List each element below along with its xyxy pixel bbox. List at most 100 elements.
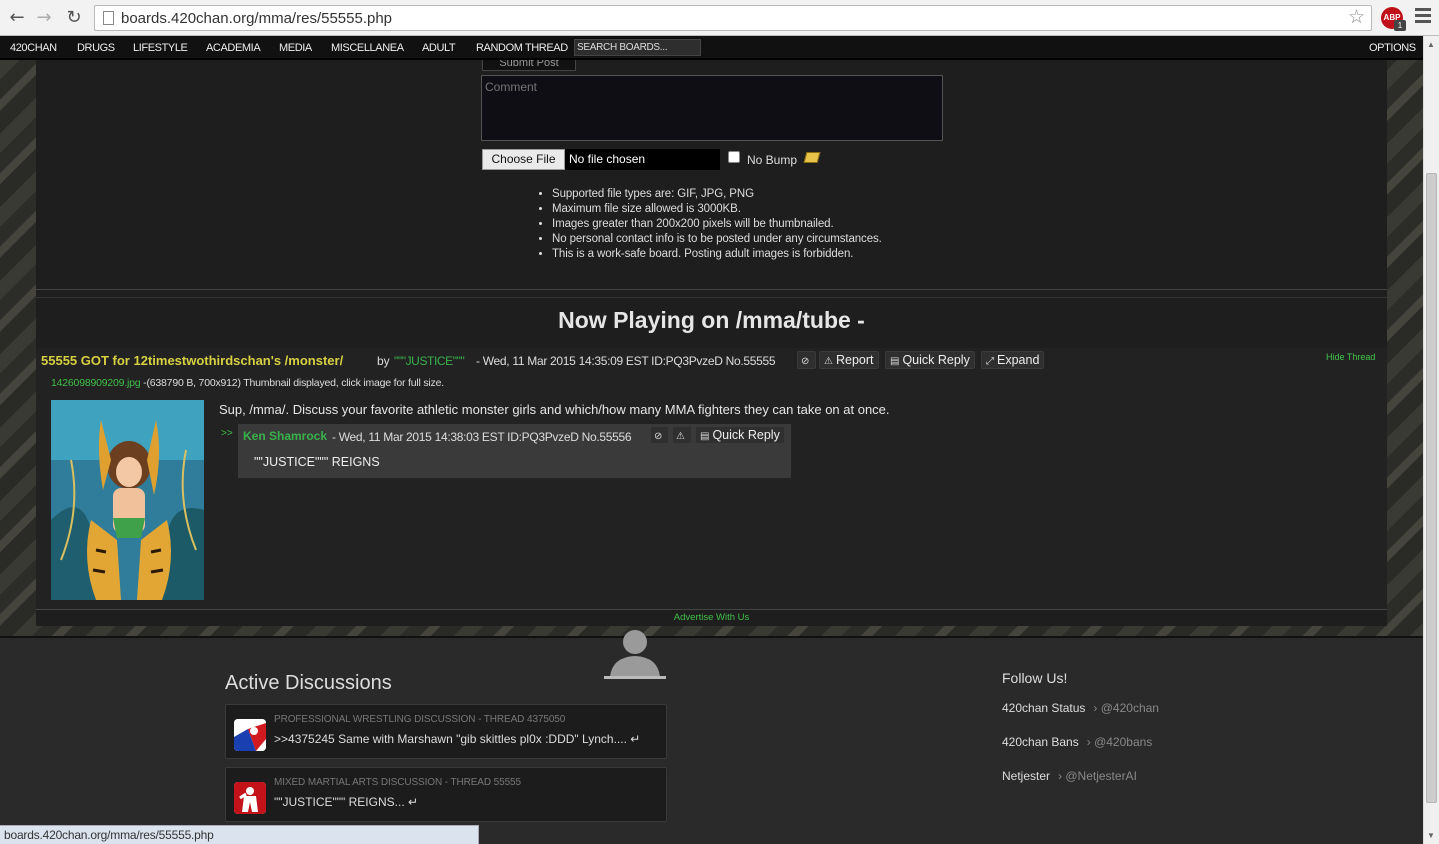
no-entry-icon: ⊘ <box>801 356 810 367</box>
address-bar[interactable]: boards.420chan.org/mma/res/55555.php ☆ <box>94 5 1372 31</box>
mma-icon <box>234 782 266 814</box>
reply-no-entry-button[interactable]: ⊘ <box>650 426 669 444</box>
thread-subject: 55555 GOT for 12timestwothirdschan's /mo… <box>41 353 344 368</box>
rule-item: Supported file types are: GIF, JPG, PNG <box>552 187 902 202</box>
reply-meta: - Wed, 11 Mar 2015 14:38:03 EST ID:PQ3Pv… <box>332 430 632 444</box>
discussion-card[interactable]: PROFESSIONAL WRESTLING DISCUSSION - THRE… <box>225 704 667 759</box>
reload-icon[interactable]: ↻ <box>63 7 85 29</box>
browser-toolbar: ← → ↻ boards.420chan.org/mma/res/55555.p… <box>0 0 1439 36</box>
site-nav: 420CHAN DRUGS LIFESTYLE ACADEMIA MEDIA M… <box>0 36 1423 60</box>
discussion-board: PROFESSIONAL WRESTLING DISCUSSION <box>274 714 476 725</box>
rule-item: Maximum file size allowed is 3000KB. <box>552 202 902 217</box>
follow-name[interactable]: 420chan Bans <box>1002 735 1079 749</box>
scroll-down-icon[interactable]: ▼ <box>1427 831 1435 840</box>
discussion-text: ""JUSTICE""" REIGNS... ↵ <box>274 795 419 809</box>
nav-academia[interactable]: ACADEMIA <box>206 42 261 54</box>
follow-item[interactable]: Netjester › @NetjesterAI <box>1002 769 1137 783</box>
nav-lifestyle[interactable]: LIFESTYLE <box>133 42 188 54</box>
thread-by-label: by <box>377 354 390 368</box>
discussion-header: MIXED MARTIAL ARTS DISCUSSION - THREAD 5… <box>274 777 521 788</box>
follow-item[interactable]: 420chan Status › @420chan <box>1002 701 1159 715</box>
file-status: No file chosen <box>565 149 720 170</box>
reply-arrow: >> <box>221 428 233 439</box>
advertise-label[interactable]: Advertise With Us <box>674 612 750 623</box>
submit-post-button[interactable]: Submit Post <box>482 60 576 71</box>
no-entry-icon: ⊘ <box>654 431 663 442</box>
scroll-up-icon[interactable]: ▲ <box>1427 40 1435 49</box>
file-info: 1426098909209.jpg -(638790 B, 700x912) T… <box>51 377 444 389</box>
follow-us-title: Follow Us! <box>1002 670 1068 686</box>
warning-icon: ⚠ <box>824 356 833 367</box>
forward-arrow-icon[interactable]: → <box>33 7 55 29</box>
now-playing-heading: Now Playing on /mma/tube - <box>558 307 865 333</box>
reply-body: ""JUSTICE""" REIGNS <box>254 455 380 469</box>
thread-meta: - Wed, 11 Mar 2015 14:35:09 EST ID:PQ3Pv… <box>476 354 776 368</box>
user-avatar-icon <box>604 625 666 679</box>
warning-icon: ⚠ <box>676 431 685 442</box>
url-text[interactable]: boards.420chan.org/mma/res/55555.php <box>121 10 392 27</box>
hide-thread-link[interactable]: Hide Thread <box>1326 352 1375 362</box>
thread-thumbnail[interactable] <box>51 400 204 600</box>
reply-quick-reply-button[interactable]: ▤ Quick Reply <box>695 426 785 444</box>
reply-quick-reply-label: Quick Reply <box>712 428 780 442</box>
follow-item[interactable]: 420chan Bans › @420bans <box>1002 735 1152 749</box>
nav-miscellanea[interactable]: MISCELLANEA <box>331 42 404 54</box>
comment-icon: ▤ <box>700 431 710 442</box>
nav-420chan[interactable]: 420CHAN <box>10 42 57 54</box>
advertise-link: Advertise With Us <box>0 612 1423 623</box>
nav-random-thread[interactable]: RANDOM THREAD <box>476 42 568 54</box>
choose-file-button[interactable]: Choose File <box>482 149 565 170</box>
report-label: Report <box>835 353 874 367</box>
chrome-menu-icon[interactable] <box>1415 8 1431 26</box>
posting-rules: Supported file types are: GIF, JPG, PNG … <box>552 187 902 262</box>
sage-icon <box>803 152 821 163</box>
no-bump-label: No Bump <box>747 153 798 167</box>
page-scrollbar[interactable]: ▲ ▼ <box>1423 36 1439 844</box>
reply-report-button[interactable]: ⚠ <box>672 426 692 444</box>
no-bump-checkbox[interactable] <box>728 151 740 163</box>
active-discussions-title: Active Discussions <box>225 672 392 694</box>
page-icon <box>103 11 114 25</box>
discussion-thread: - THREAD 55555 <box>444 777 521 788</box>
rule-item: This is a work-safe board. Posting adult… <box>552 247 902 262</box>
nav-options[interactable]: OPTIONS <box>1369 42 1416 54</box>
back-arrow-icon[interactable]: ← <box>6 7 28 29</box>
follow-handle[interactable]: › @NetjesterAI <box>1058 769 1137 783</box>
discussion-board: MIXED MARTIAL ARTS DISCUSSION <box>274 777 443 788</box>
follow-name[interactable]: 420chan Status <box>1002 701 1085 715</box>
scrollbar-thumb[interactable] <box>1426 173 1437 803</box>
file-details: -(638790 B, 700x912) Thumbnail displayed… <box>140 377 444 389</box>
thread-body: Sup, /mma/. Discuss your favorite athlet… <box>219 402 890 417</box>
adblock-count-badge: 1 <box>1394 20 1406 31</box>
quick-reply-label: Quick Reply <box>902 353 970 367</box>
discussion-thread: - THREAD 4375050 <box>478 714 566 725</box>
divider <box>36 289 1387 290</box>
expand-label: Expand <box>997 353 1040 367</box>
rule-item: No personal contact info is to be posted… <box>552 232 902 247</box>
nav-media[interactable]: MEDIA <box>279 42 312 54</box>
status-bar: boards.420chan.org/mma/res/55555.php <box>0 825 479 844</box>
discussion-header: PROFESSIONAL WRESTLING DISCUSSION - THRE… <box>274 714 565 725</box>
discussion-card[interactable]: MIXED MARTIAL ARTS DISCUSSION - THREAD 5… <box>225 767 667 822</box>
quick-reply-button[interactable]: ▤ Quick Reply <box>885 351 975 369</box>
follow-name[interactable]: Netjester <box>1002 769 1050 783</box>
nav-drugs[interactable]: DRUGS <box>77 42 115 54</box>
bookmark-star-icon[interactable]: ☆ <box>1348 6 1365 28</box>
comment-field[interactable] <box>481 75 943 141</box>
rule-item: Images greater than 200x200 pixels will … <box>552 217 902 232</box>
reply-poster-name: Ken Shamrock <box>243 429 328 443</box>
no-entry-button[interactable]: ⊘ <box>797 351 816 369</box>
divider <box>36 297 1387 298</box>
footer <box>0 636 1423 844</box>
report-button[interactable]: ⚠ Report <box>819 351 879 369</box>
file-name-link[interactable]: 1426098909209.jpg <box>51 377 141 389</box>
discussion-text: >>4375245 Same with Marshawn "gib skittl… <box>274 732 641 746</box>
expand-button[interactable]: ⤢ Expand <box>981 351 1045 369</box>
search-boards-input[interactable]: SEARCH BOARDS... <box>574 39 701 56</box>
follow-handle[interactable]: › @420chan <box>1093 701 1159 715</box>
nav-adult[interactable]: ADULT <box>422 42 456 54</box>
expand-icon: ⤢ <box>986 356 994 367</box>
wrestling-icon <box>234 719 266 751</box>
thread-poster-name: """JUSTICE""" <box>394 354 465 368</box>
follow-handle[interactable]: › @420bans <box>1087 735 1153 749</box>
